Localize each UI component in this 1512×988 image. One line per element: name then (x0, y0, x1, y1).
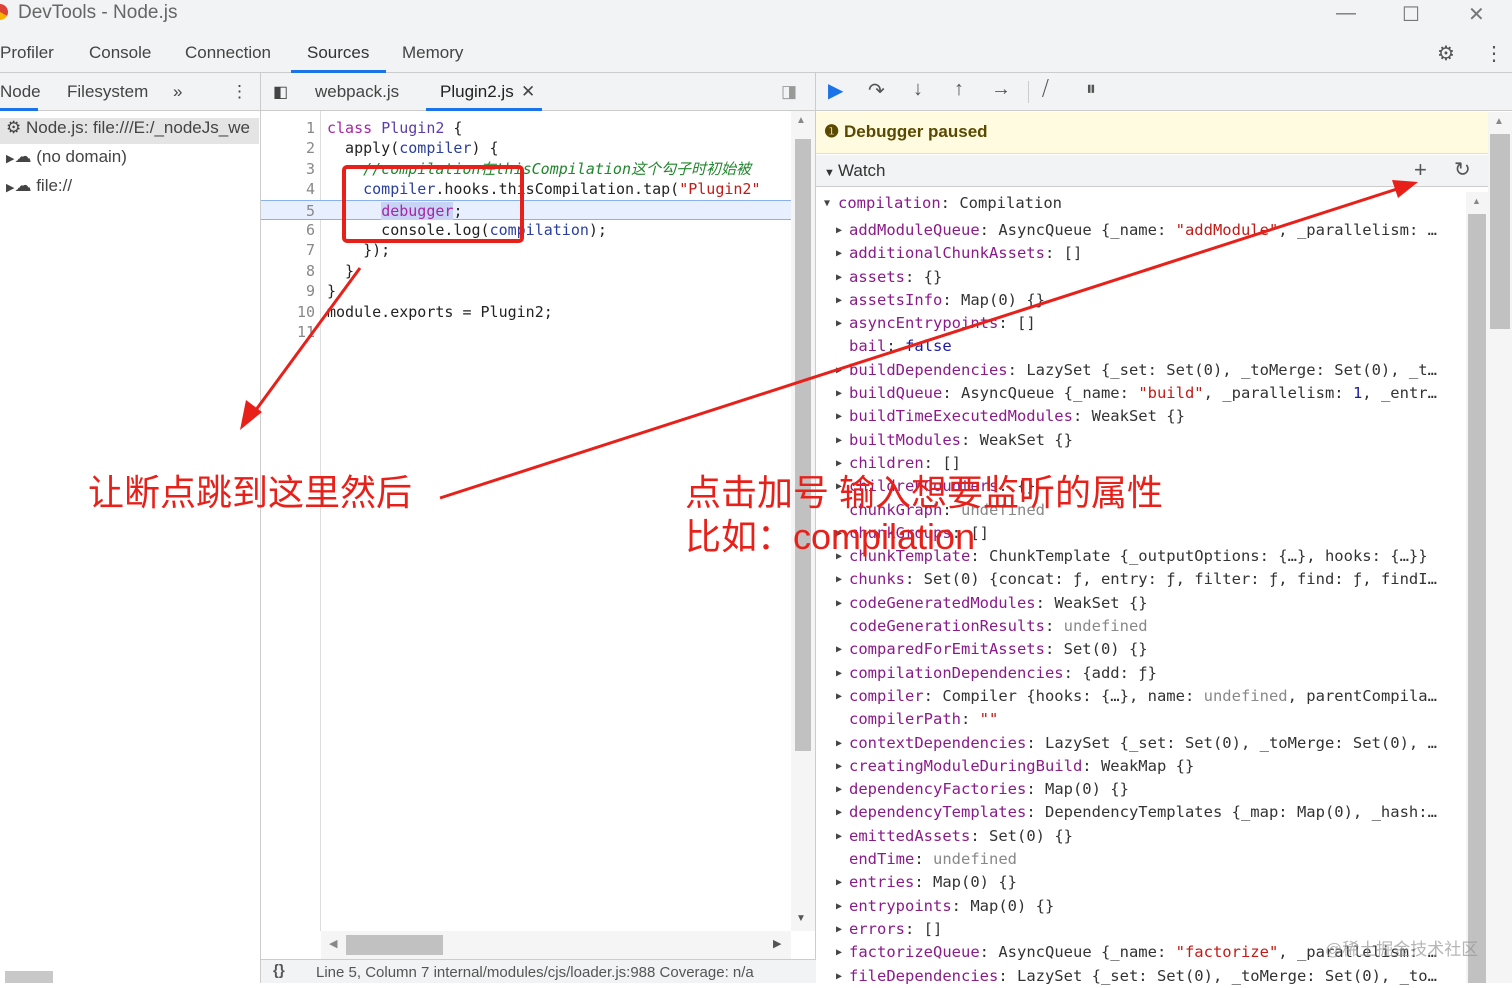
arrow-to-add (439, 186, 1401, 500)
arrowhead-right (1392, 180, 1418, 198)
annotation-left: 让断点跳到这里然后 (88, 472, 413, 513)
arrow-to-text (248, 267, 362, 419)
highlight-box (342, 165, 524, 243)
watermark: @稀土掘金技术社区 (1325, 940, 1479, 959)
annotation-right-2: 比如：compilation (685, 516, 976, 557)
